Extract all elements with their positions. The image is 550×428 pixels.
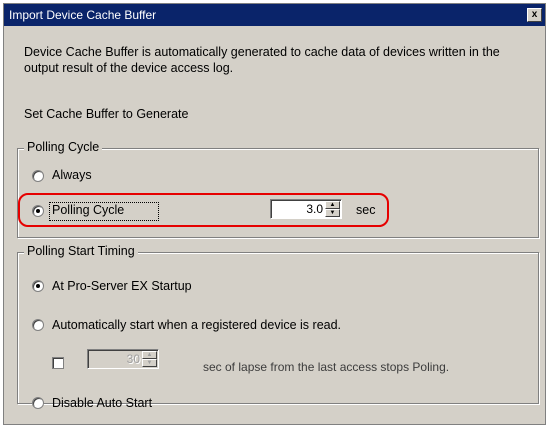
startup-label[interactable]: At Pro-Server EX Startup: [52, 279, 192, 293]
lapse-stepper[interactable]: 30 ▲ ▼: [87, 349, 159, 369]
auto-start-label[interactable]: Automatically start when a registered de…: [52, 318, 341, 332]
disable-auto-start-radio[interactable]: [32, 397, 44, 409]
section-label: Set Cache Buffer to Generate: [24, 107, 189, 121]
close-icon: x: [531, 9, 538, 20]
always-label[interactable]: Always: [52, 168, 92, 182]
radio-selected-dot: [36, 284, 40, 288]
description-text: Device Cache Buffer is automatically gen…: [24, 45, 500, 75]
auto-start-radio[interactable]: [32, 319, 44, 331]
always-radio[interactable]: [32, 170, 44, 182]
highlight-annotation: [18, 193, 389, 227]
polling-start-timing-legend: Polling Start Timing: [24, 244, 138, 258]
lapse-checkbox[interactable]: [52, 357, 64, 369]
lapse-value[interactable]: 30: [127, 352, 140, 366]
lapse-suffix: sec of lapse from the last access stops …: [203, 360, 450, 374]
title-bar[interactable]: Import Device Cache Buffer x: [4, 4, 545, 26]
startup-radio[interactable]: [32, 280, 44, 292]
stepper-arrows[interactable]: ▲ ▼: [142, 351, 157, 367]
polling-cycle-legend: Polling Cycle: [24, 140, 103, 154]
spin-down-icon[interactable]: ▼: [142, 359, 157, 367]
disable-auto-start-label[interactable]: Disable Auto Start: [52, 396, 152, 410]
import-device-cache-buffer-dialog: Import Device Cache Buffer x Device Cach…: [3, 3, 546, 425]
dialog-title: Import Device Cache Buffer: [9, 8, 157, 22]
close-button[interactable]: x: [527, 8, 542, 22]
spin-up-icon[interactable]: ▲: [142, 351, 157, 359]
